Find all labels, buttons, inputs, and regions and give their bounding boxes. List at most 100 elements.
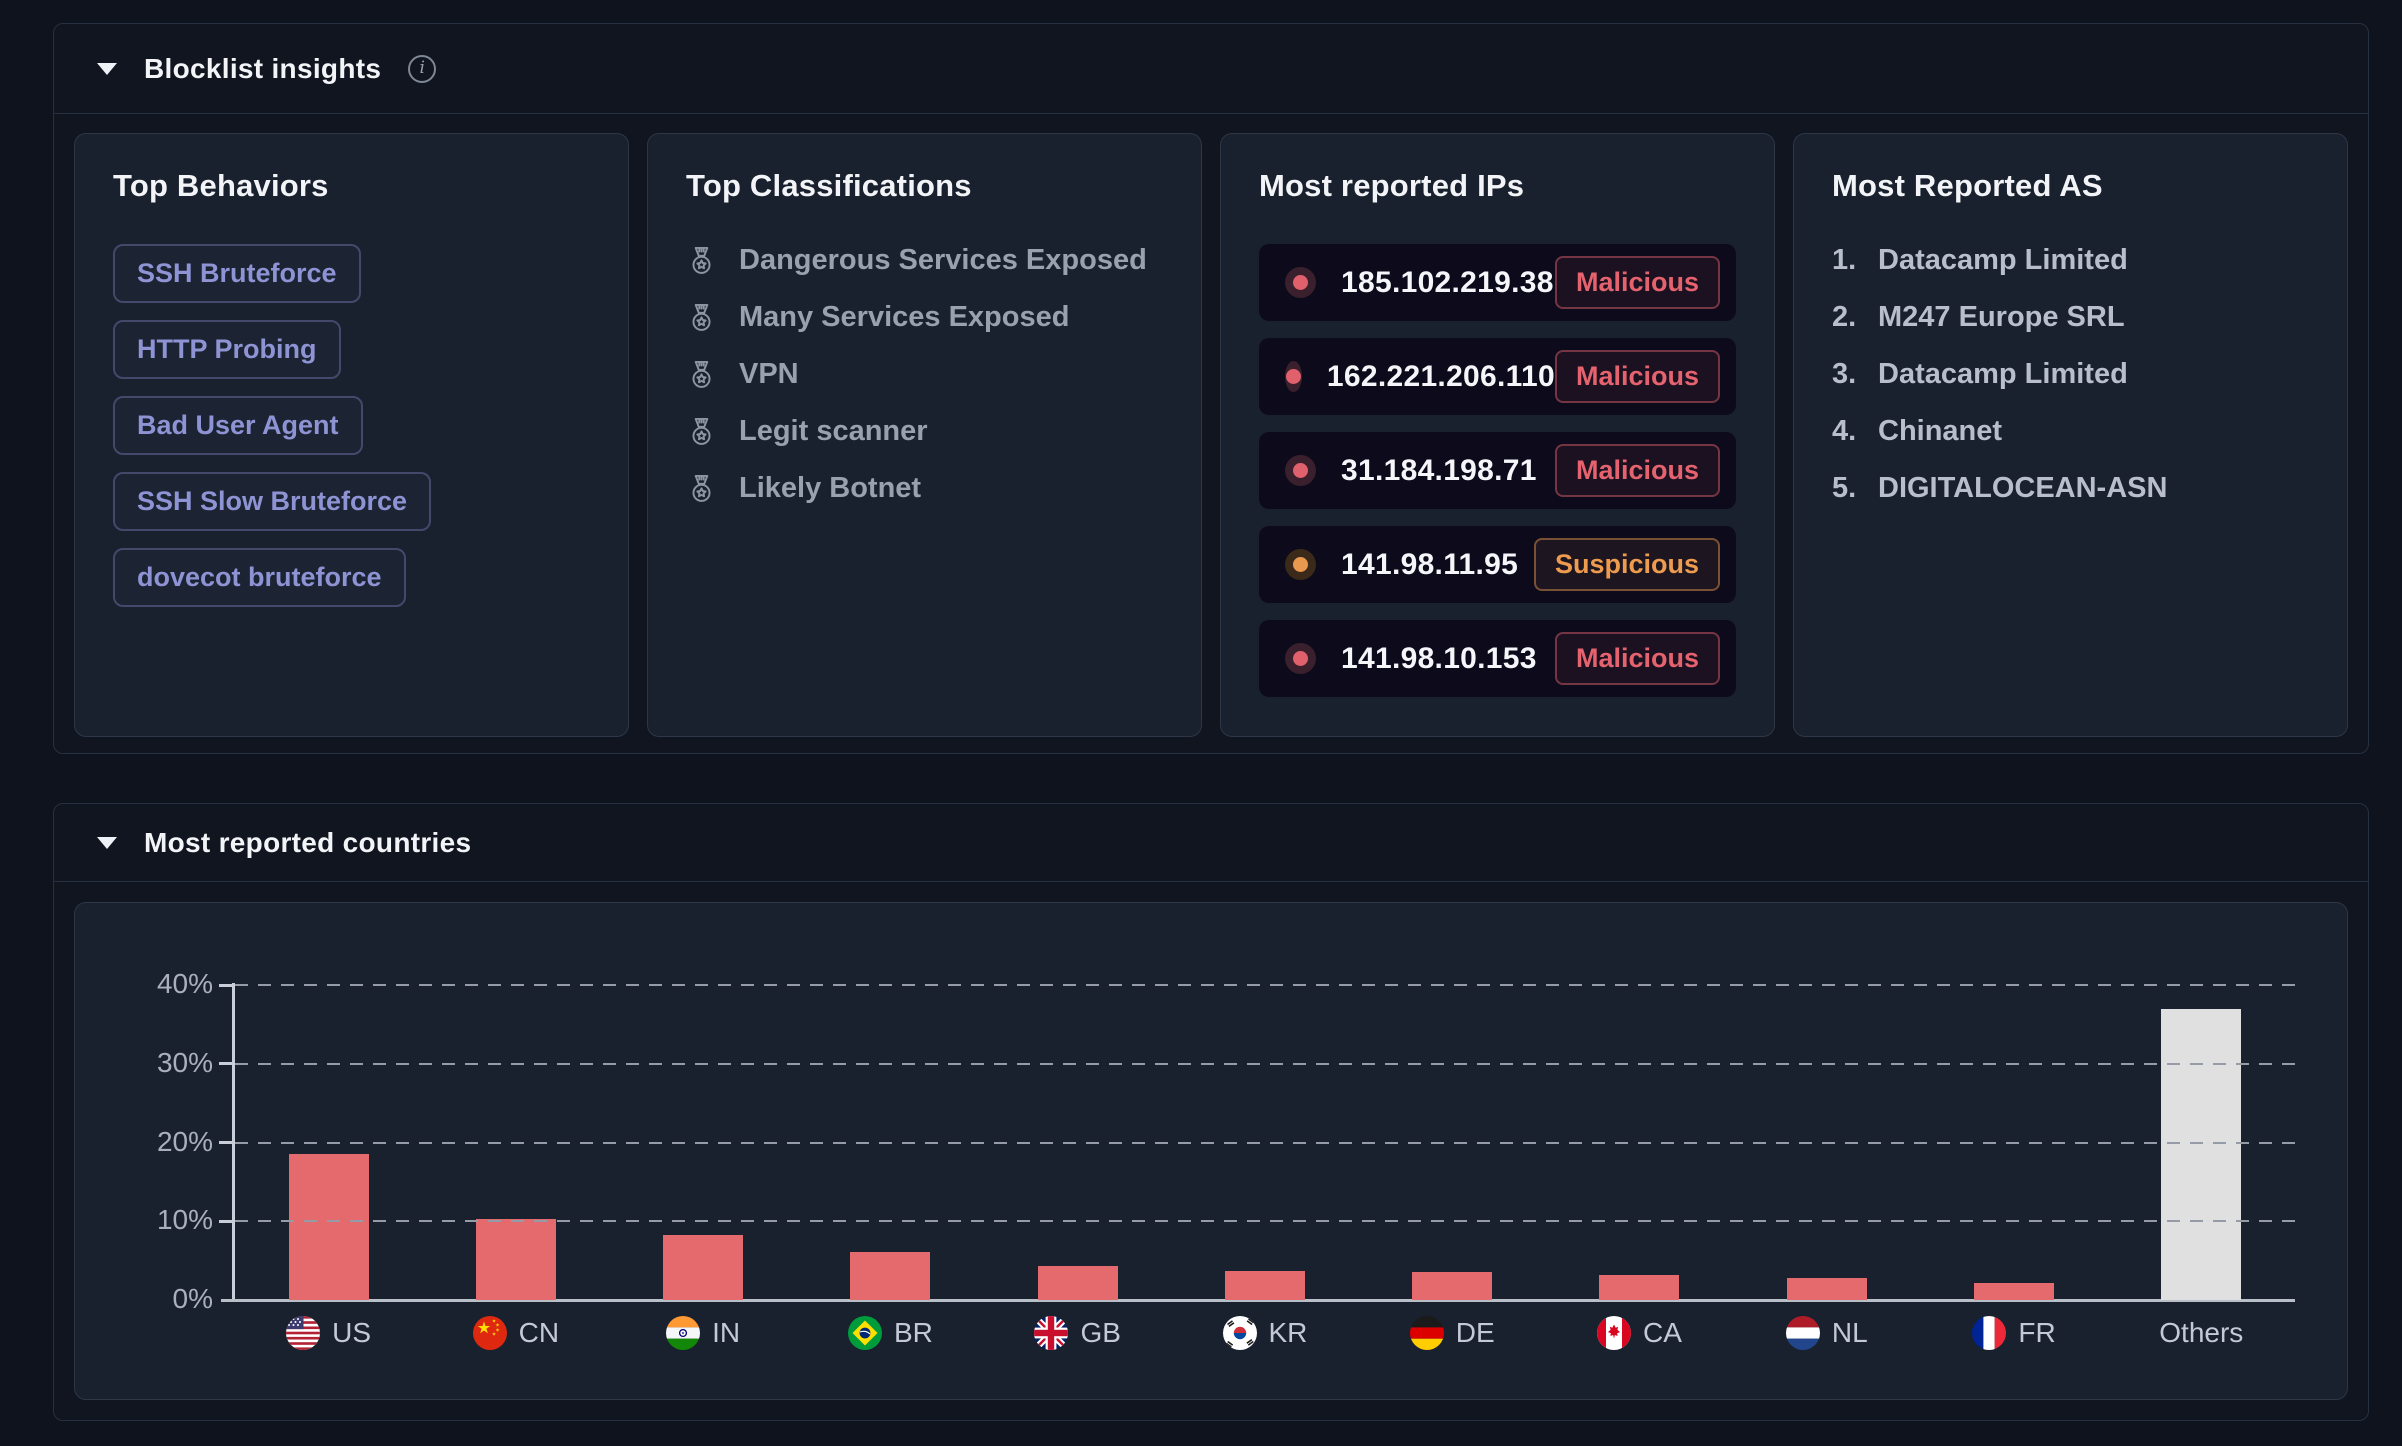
as-name: DIGITALOCEAN-ASN (1878, 472, 2167, 505)
ip-address: 141.98.11.95 (1341, 548, 1518, 582)
status-dot-icon (1285, 455, 1316, 486)
y-tick-label: 10% (93, 1204, 213, 1236)
medal-icon (686, 416, 717, 447)
countries-header[interactable]: Most reported countries (54, 804, 2368, 882)
behavior-tag[interactable]: HTTP Probing (113, 320, 341, 379)
panel-title: Top Behaviors (113, 168, 590, 204)
bar-fr[interactable] (1974, 1283, 2054, 1300)
x-label-de: DE (1359, 1316, 1546, 1350)
insights-panels: Top Behaviors SSH Bruteforce HTTP Probing… (54, 114, 2368, 754)
as-name: M247 Europe SRL (1878, 301, 2125, 334)
ip-address: 31.184.198.71 (1341, 454, 1537, 488)
gridline-40 (235, 984, 2295, 986)
status-dot-icon (1285, 549, 1316, 580)
section-title: Blocklist insights (144, 53, 381, 85)
gridline-10 (235, 1220, 2295, 1222)
x-label-fr: FR (1920, 1316, 2107, 1350)
behavior-tags: SSH Bruteforce HTTP Probing Bad User Agent… (113, 244, 590, 607)
country-code-label: NL (1832, 1317, 1868, 1349)
medal-icon (686, 473, 717, 504)
section-blocklist-insights: Blocklist insights i Top Behaviors SSH B… (53, 23, 2369, 754)
classification-item: Legit scanner (686, 415, 1163, 448)
gridline-30 (235, 1063, 2295, 1065)
blocklist-insights-header[interactable]: Blocklist insights i (54, 24, 2368, 114)
as-rank: 2. (1832, 301, 1878, 334)
bar-br[interactable] (850, 1252, 930, 1300)
ip-row[interactable]: 31.184.198.71 Malicious (1259, 432, 1736, 509)
info-icon[interactable]: i (408, 55, 436, 83)
behavior-tag[interactable]: SSH Slow Bruteforce (113, 472, 431, 531)
panel-title: Top Classifications (686, 168, 1163, 204)
as-name: Chinanet (1878, 415, 2002, 448)
y-tick-mark (219, 1062, 233, 1065)
bar-kr[interactable] (1225, 1271, 1305, 1300)
ip-row[interactable]: 141.98.10.153 Malicious (1259, 620, 1736, 697)
caret-down-icon[interactable] (97, 63, 117, 75)
x-label-ca: CA (1546, 1316, 1733, 1350)
classification-item: Likely Botnet (686, 472, 1163, 505)
caret-down-icon[interactable] (97, 837, 117, 849)
bar-nl[interactable] (1787, 1278, 1867, 1300)
medal-icon (686, 359, 717, 390)
behavior-tag[interactable]: SSH Bruteforce (113, 244, 361, 303)
chart-x-labels: USCNINBRGBKRDECANLFROthers (235, 1316, 2295, 1350)
countries-bar-chart: USCNINBRGBKRDECANLFROthers 0%10%20%30%40… (74, 902, 2348, 1400)
ip-address: 162.221.206.110 (1327, 360, 1555, 394)
status-dot-icon (1285, 643, 1316, 674)
country-code-label: FR (2018, 1317, 2055, 1349)
y-tick-label: 30% (93, 1047, 213, 1079)
bar-others[interactable] (2161, 1009, 2241, 1300)
x-label-br: BR (797, 1316, 984, 1350)
as-item: 5.DIGITALOCEAN-ASN (1832, 472, 2309, 505)
status-dot-icon (1285, 361, 1302, 392)
x-label-in: IN (610, 1316, 797, 1350)
as-list: 1.Datacamp Limited 2.M247 Europe SRL3.Dat… (1832, 244, 2309, 505)
behavior-tag[interactable]: Bad User Agent (113, 396, 363, 455)
as-rank: 3. (1832, 358, 1878, 391)
y-tick-mark (219, 1141, 233, 1144)
classification-label: Legit scanner (739, 415, 928, 448)
blocklist-dashboard: Blocklist insights i Top Behaviors SSH B… (0, 0, 2402, 1446)
status-badge: Malicious (1555, 444, 1720, 497)
status-badge: Malicious (1555, 632, 1720, 685)
classification-item: Dangerous Services Exposed (686, 244, 1163, 277)
status-badge: Suspicious (1534, 538, 1720, 591)
panel-top-classifications: Top Classifications Dangerous Services E… (647, 133, 1202, 737)
bar-ca[interactable] (1599, 1275, 1679, 1300)
as-rank: 4. (1832, 415, 1878, 448)
x-label-others: Others (2108, 1316, 2295, 1350)
gridline-20 (235, 1142, 2295, 1144)
behavior-tag[interactable]: dovecot bruteforce (113, 548, 406, 607)
as-rank: 5. (1832, 472, 1878, 505)
ip-row[interactable]: 141.98.11.95 Suspicious (1259, 526, 1736, 603)
flag-ca-icon (1597, 1316, 1631, 1350)
ip-address: 185.102.219.38 (1341, 266, 1554, 300)
bar-cn[interactable] (476, 1219, 556, 1300)
country-code-label: Others (2159, 1317, 2243, 1349)
flag-fr-icon (1972, 1316, 2006, 1350)
x-label-gb: GB (984, 1316, 1171, 1350)
bar-de[interactable] (1412, 1272, 1492, 1300)
bar-us[interactable] (289, 1154, 369, 1300)
classification-label: Dangerous Services Exposed (739, 244, 1147, 277)
ip-address: 141.98.10.153 (1341, 642, 1537, 676)
flag-cn-icon (473, 1316, 507, 1350)
x-label-nl: NL (1733, 1316, 1920, 1350)
y-tick-mark (219, 1220, 233, 1223)
country-code-label: US (332, 1317, 371, 1349)
y-tick-label: 40% (93, 968, 213, 1000)
bar-in[interactable] (663, 1235, 743, 1300)
as-name: Datacamp Limited (1878, 358, 2128, 391)
flag-us-icon (286, 1316, 320, 1350)
country-code-label: KR (1269, 1317, 1308, 1349)
ip-row[interactable]: 162.221.206.110Malicious (1259, 338, 1736, 415)
status-dot-icon (1285, 267, 1316, 298)
classification-label: Likely Botnet (739, 472, 921, 505)
panel-most-reported-as: Most Reported AS 1.Datacamp Limited 2.M24… (1793, 133, 2348, 737)
as-item: 1.Datacamp Limited (1832, 244, 2309, 277)
y-tick-label: 20% (93, 1126, 213, 1158)
bar-gb[interactable] (1038, 1266, 1118, 1300)
panel-title: Most Reported AS (1832, 168, 2309, 204)
medal-icon (686, 302, 717, 333)
ip-row[interactable]: 185.102.219.38Malicious (1259, 244, 1736, 321)
